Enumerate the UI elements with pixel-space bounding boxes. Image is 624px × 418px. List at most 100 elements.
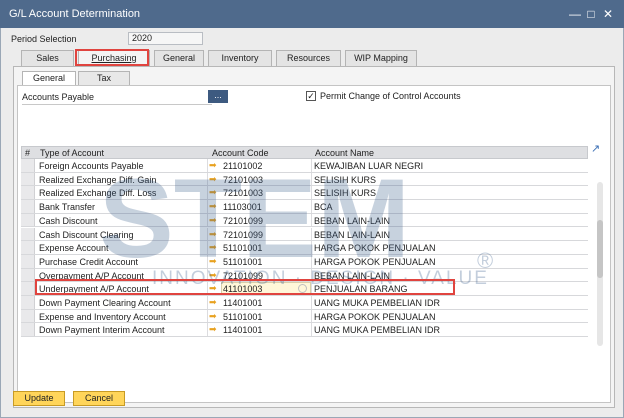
account-code-cell[interactable]: 51101001	[223, 243, 262, 253]
period-field[interactable]: 2020	[128, 32, 203, 45]
accounts-payable-field[interactable]	[22, 104, 212, 105]
column-divider	[207, 282, 208, 295]
row-header-cell[interactable]	[21, 186, 35, 200]
row-header-cell[interactable]	[21, 200, 35, 213]
row-header-cell[interactable]	[21, 323, 35, 337]
column-divider	[311, 268, 312, 282]
account-code-cell[interactable]: 72101099	[223, 216, 263, 226]
account-code-cell[interactable]: 72101099	[223, 271, 263, 281]
account-name-cell: HARGA POKOK PENJUALAN	[314, 256, 436, 267]
maximize-icon[interactable]: □	[584, 7, 598, 21]
table-row[interactable]: Realized Exchange Diff. Gain ➡ 72101003 SEL…	[21, 172, 588, 187]
column-divider	[207, 186, 208, 200]
account-code-cell[interactable]: 11401001	[223, 325, 262, 335]
table-row[interactable]: Down Payment Interim Account ➡ 11401001 UAN…	[21, 323, 588, 338]
subtab-label: General	[32, 73, 66, 83]
window-body: Period Selection 2020 Sales Purchasing G…	[0, 28, 624, 418]
permit-change-label: Permit Change of Control Accounts	[320, 91, 461, 101]
table-row[interactable]: Overpayment A/P Account ➡ 72101099 BEBAN LA…	[21, 268, 588, 283]
link-arrow-icon[interactable]: ➡	[209, 215, 219, 224]
row-header-cell[interactable]	[21, 241, 35, 254]
account-code-cell[interactable]: 11401001	[223, 298, 262, 308]
type-of-account-cell: Realized Exchange Diff. Gain	[39, 174, 157, 185]
link-arrow-icon[interactable]: ➡	[209, 229, 219, 238]
row-header-cell[interactable]	[21, 254, 35, 268]
account-code-cell[interactable]: 72101003	[223, 188, 263, 198]
subtab-general[interactable]: General	[22, 71, 76, 85]
type-of-account-cell: Overpayment A/P Account	[39, 270, 144, 281]
tab-label: General	[162, 53, 196, 63]
vertical-scrollbar[interactable]	[597, 182, 603, 346]
account-code-cell[interactable]: 51101001	[223, 312, 262, 322]
accounts-payable-button[interactable]: ...	[208, 90, 228, 103]
link-arrow-icon[interactable]: ➡	[209, 298, 219, 307]
type-of-account-cell: Cash Discount	[39, 215, 98, 226]
period-label: Period Selection	[11, 34, 77, 44]
link-arrow-icon[interactable]: ➡	[209, 174, 219, 183]
row-header-cell[interactable]	[21, 296, 35, 309]
tab-resources[interactable]: Resources	[276, 50, 341, 66]
column-divider	[311, 172, 312, 186]
type-of-account-cell: Bank Transfer	[39, 202, 96, 213]
cancel-button[interactable]: Cancel	[73, 391, 125, 406]
table-row[interactable]: Expense Account ➡ 51101001 HARGA POKOK PENJ…	[21, 241, 588, 255]
table-row[interactable]: Bank Transfer ➡ 11103001 BCA	[21, 200, 588, 214]
row-header-cell[interactable]	[21, 213, 35, 227]
column-divider	[207, 159, 208, 172]
table-row[interactable]: Down Payment Clearing Account ➡ 11401001 UA…	[21, 296, 588, 310]
table-row[interactable]: Cash Discount ➡ 72101099 BEBAN LAIN-LAIN	[21, 213, 588, 228]
subtab-tax[interactable]: Tax	[78, 71, 130, 85]
close-icon[interactable]: ✕	[601, 7, 615, 21]
row-header-cell[interactable]	[21, 268, 35, 282]
row-header-cell[interactable]	[21, 227, 35, 241]
title-bar: G/L Account Determination — □ ✕	[0, 0, 624, 28]
account-code-cell[interactable]: 41101003	[223, 284, 262, 294]
col-header-code[interactable]: Account Code	[212, 148, 269, 158]
link-arrow-icon[interactable]: ➡	[209, 202, 219, 211]
column-divider	[311, 254, 312, 268]
row-header-cell[interactable]	[21, 159, 35, 172]
link-arrow-icon[interactable]: ➡	[209, 311, 219, 320]
tab-sales[interactable]: Sales	[21, 50, 74, 66]
column-divider	[311, 241, 312, 254]
tab-label: Purchasing	[91, 53, 137, 63]
update-button[interactable]: Update	[13, 391, 65, 406]
link-arrow-icon[interactable]: ➡	[209, 270, 219, 279]
permit-change-checkbox[interactable]: ✓	[306, 91, 316, 101]
link-arrow-icon[interactable]: ➡	[209, 188, 219, 197]
link-arrow-icon[interactable]: ➡	[209, 161, 219, 170]
table-row[interactable]: Foreign Accounts Payable ➡ 21101002 KEWAJIB…	[21, 159, 588, 173]
col-header-name[interactable]: Account Name	[315, 148, 374, 158]
account-code-cell[interactable]: 51101001	[223, 257, 262, 267]
tab-inventory[interactable]: Inventory	[208, 50, 272, 66]
account-code-cell[interactable]: 72101003	[223, 175, 263, 185]
row-header-cell[interactable]	[21, 172, 35, 186]
table-row[interactable]: Cash Discount Clearing ➡ 72101099 BEBAN LAI…	[21, 227, 588, 242]
tab-general[interactable]: General	[154, 50, 204, 66]
minimize-icon[interactable]: —	[568, 7, 582, 21]
link-arrow-icon[interactable]: ➡	[209, 284, 219, 293]
type-of-account-cell: Cash Discount Clearing	[39, 229, 134, 240]
tab-purchasing[interactable]: Purchasing	[78, 50, 150, 67]
account-code-cell[interactable]: 21101002	[223, 161, 262, 171]
expand-arrow-icon[interactable]: ↗	[591, 144, 602, 155]
table-row[interactable]: Realized Exchange Diff. Loss ➡ 72101003 SEL…	[21, 186, 588, 201]
table-row[interactable]: Underpayment A/P Account ➡ 41101003 PENJUAL…	[21, 282, 588, 296]
row-header-cell[interactable]	[21, 282, 35, 295]
link-arrow-icon[interactable]: ➡	[209, 243, 219, 252]
tab-wip-mapping[interactable]: WIP Mapping	[345, 50, 417, 66]
column-divider	[207, 213, 208, 227]
account-code-cell[interactable]: 72101099	[223, 230, 263, 240]
scrollbar-thumb[interactable]	[597, 220, 603, 278]
link-arrow-icon[interactable]: ➡	[209, 256, 219, 265]
row-header-cell[interactable]	[21, 309, 35, 323]
tab-label: WIP Mapping	[354, 53, 408, 63]
column-divider	[207, 268, 208, 282]
link-arrow-icon[interactable]: ➡	[209, 325, 219, 334]
account-code-cell[interactable]: 11103001	[223, 202, 262, 212]
type-of-account-cell: Expense Account	[39, 243, 109, 254]
table-row[interactable]: Expense and Inventory Account ➡ 51101001 HA…	[21, 309, 588, 324]
table-row[interactable]: Purchase Credit Account ➡ 51101001 HARGA PO…	[21, 254, 588, 269]
column-divider	[207, 296, 208, 309]
col-header-type[interactable]: Type of Account	[40, 148, 104, 158]
